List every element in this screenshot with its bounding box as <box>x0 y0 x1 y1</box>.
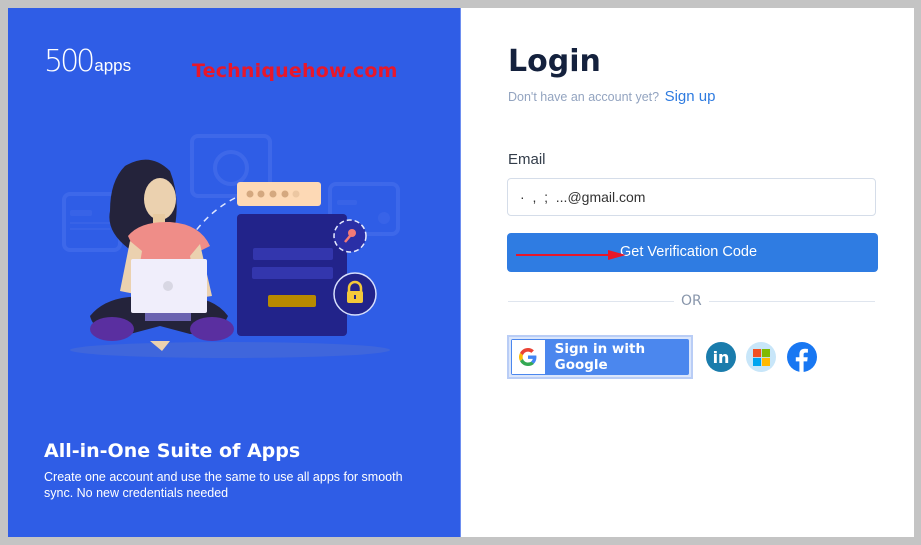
logo-number: 500 <box>44 44 95 79</box>
woman-figure <box>90 159 234 351</box>
signup-prompt-row: Don't have an account yet? Sign up <box>508 88 715 105</box>
divider-line-left <box>508 301 674 302</box>
or-divider: OR <box>508 293 875 309</box>
signup-prompt: Don't have an account yet? <box>508 90 660 104</box>
email-label: Email <box>508 151 546 168</box>
signup-link[interactable]: Sign up <box>665 88 716 105</box>
microsoft-login-button[interactable] <box>746 342 776 372</box>
sign-in-with-google-button[interactable]: Sign in with Google <box>507 335 693 379</box>
red-arrow-annotation-icon <box>516 250 626 260</box>
bg-camera-lens <box>213 150 249 186</box>
facebook-login-button[interactable] <box>787 342 817 372</box>
ground-shadow <box>70 342 390 358</box>
google-logo-icon <box>512 340 545 374</box>
page-frame: 500 apps Techniquehow.com All-in-One Sui… <box>8 8 914 537</box>
page-title: Login <box>508 44 601 79</box>
google-button-label: Sign in with Google <box>554 341 646 373</box>
google-button-body: Sign in with Google <box>511 339 689 375</box>
promo-title: All-in-One Suite of Apps <box>44 440 301 462</box>
login-panel: Login Don't have an account yet? Sign up… <box>461 8 914 537</box>
logo-suffix: apps <box>94 56 132 75</box>
linkedin-login-button[interactable]: in <box>706 342 736 372</box>
verify-button-label: Get Verification Code <box>620 244 758 260</box>
login-illustration <box>62 134 400 358</box>
microsoft-icon <box>752 348 770 366</box>
divider-text: OR <box>681 293 702 309</box>
promo-panel: 500 apps Techniquehow.com All-in-One Sui… <box>8 8 461 537</box>
watermark-text: Techniquehow.com <box>192 60 398 82</box>
linkedin-icon: in <box>712 347 730 367</box>
promo-description: Create one account and use the same to u… <box>44 470 403 500</box>
divider-line-right <box>709 301 875 302</box>
brand-logo[interactable]: 500 apps <box>44 44 131 79</box>
email-field[interactable] <box>507 178 876 216</box>
facebook-icon <box>795 348 808 372</box>
